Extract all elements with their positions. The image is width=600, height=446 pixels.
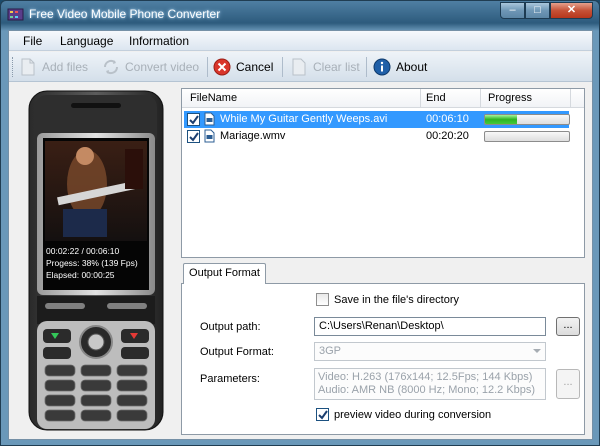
- toolbar: Add files Convert video Cancel Clear lis…: [9, 52, 592, 82]
- menu-file[interactable]: File: [23, 34, 42, 48]
- minimize-button[interactable]: –: [500, 2, 525, 19]
- title-bar[interactable]: Free Video Mobile Phone Converter – □ ✕: [1, 1, 599, 29]
- phone-time-text: 00:02:22 / 00:06:10: [46, 246, 120, 256]
- toolbar-separator: [207, 57, 208, 77]
- column-progress[interactable]: Progress: [488, 92, 532, 104]
- phone-elapsed-text: Elapsed: 00:00:25: [46, 270, 115, 280]
- convert-icon: [102, 58, 120, 76]
- info-icon: [373, 58, 391, 76]
- file-progress-bar: [484, 114, 570, 125]
- about-button[interactable]: About: [373, 55, 427, 79]
- file-row[interactable]: While My Guitar Gently Weeps.avi 00:06:1…: [184, 111, 570, 128]
- menu-language[interactable]: Language: [60, 34, 113, 48]
- save-in-dir-label: Save in the file's directory: [334, 294, 459, 306]
- file-name: Mariage.wmv: [220, 130, 286, 142]
- column-divider[interactable]: [570, 89, 571, 108]
- browse-button[interactable]: ...: [556, 317, 580, 336]
- output-format-value: 3GP: [319, 345, 342, 357]
- file-checkbox[interactable]: [187, 130, 200, 143]
- menu-bar: File Language Information: [9, 31, 592, 51]
- file-list[interactable]: FileName End Progress While My Guitar Ge…: [181, 88, 585, 258]
- phone-progress-text: Progess: 38% (139 Fps): [46, 258, 138, 268]
- parameters-box[interactable]: Video: H.263 (176x144; 12.5Fps; 144 Kbps…: [314, 368, 546, 400]
- file-end-time: 00:06:10: [426, 113, 469, 125]
- add-files-button[interactable]: Add files: [19, 55, 88, 79]
- phone-preview-panel: 00:02:22 / 00:06:10 Progess: 38% (139 Fp…: [13, 86, 175, 436]
- parameters-video: Video: H.263 (176x144; 12.5Fps; 144 Kbps…: [318, 371, 533, 383]
- cancel-label: Cancel: [236, 60, 274, 74]
- output-format-label: Output Format:: [200, 346, 274, 358]
- toolbar-separator: [282, 57, 283, 77]
- column-divider[interactable]: [420, 89, 421, 108]
- about-label: About: [396, 60, 428, 74]
- toolbar-grip[interactable]: [12, 57, 15, 77]
- add-files-label: Add files: [42, 60, 89, 74]
- maximize-button[interactable]: □: [525, 2, 550, 19]
- document-icon: [290, 58, 308, 76]
- save-in-dir-checkbox[interactable]: [316, 293, 329, 306]
- column-divider[interactable]: [480, 89, 481, 108]
- toolbar-separator: [366, 57, 367, 77]
- progress-fill: [485, 115, 517, 124]
- app-window: Free Video Mobile Phone Converter – □ ✕ …: [0, 0, 600, 446]
- file-list-header: FileName End Progress: [182, 89, 584, 108]
- parameters-button[interactable]: ...: [556, 369, 580, 399]
- client-area: File Language Information Add files Conv…: [8, 30, 593, 440]
- window-title: Free Video Mobile Phone Converter: [29, 7, 221, 21]
- add-file-icon: [19, 58, 37, 76]
- convert-video-button[interactable]: Convert video: [102, 55, 199, 79]
- file-end-time: 00:20:20: [426, 130, 469, 142]
- menu-information[interactable]: Information: [129, 34, 189, 48]
- column-end[interactable]: End: [426, 92, 446, 104]
- preview-checkbox[interactable]: [316, 408, 329, 421]
- cancel-icon: [213, 58, 231, 76]
- parameters-label: Parameters:: [200, 373, 260, 385]
- output-format-panel: Save in the file's directory Output path…: [181, 283, 585, 435]
- convert-video-label: Convert video: [125, 60, 200, 74]
- output-format-select[interactable]: 3GP: [314, 342, 546, 361]
- parameters-audio: Audio: AMR NB (8000 Hz; Mono; 12.2 Kbps): [318, 384, 536, 396]
- tab-output-format[interactable]: Output Format: [183, 263, 266, 284]
- file-progress-bar: [484, 131, 570, 142]
- file-row[interactable]: Mariage.wmv 00:20:20: [184, 128, 570, 145]
- clear-list-label: Clear list: [313, 60, 360, 74]
- output-path-label: Output path:: [200, 321, 261, 333]
- file-checkbox[interactable]: [187, 113, 200, 126]
- video-file-icon: [204, 112, 215, 126]
- preview-label: preview video during conversion: [334, 409, 492, 421]
- file-name: While My Guitar Gently Weeps.avi: [220, 113, 388, 125]
- clear-list-button[interactable]: Clear list: [290, 55, 360, 79]
- mobile-phone-image: 00:02:22 / 00:06:10 Progess: 38% (139 Fp…: [28, 90, 164, 431]
- chevron-down-icon: [533, 349, 541, 353]
- app-film-icon: [7, 8, 24, 21]
- cancel-button[interactable]: Cancel: [213, 55, 273, 79]
- column-filename[interactable]: FileName: [190, 92, 237, 104]
- close-button[interactable]: ✕: [550, 2, 593, 19]
- video-file-icon: [204, 129, 215, 143]
- output-path-input[interactable]: C:\Users\Renan\Desktop\: [314, 317, 546, 336]
